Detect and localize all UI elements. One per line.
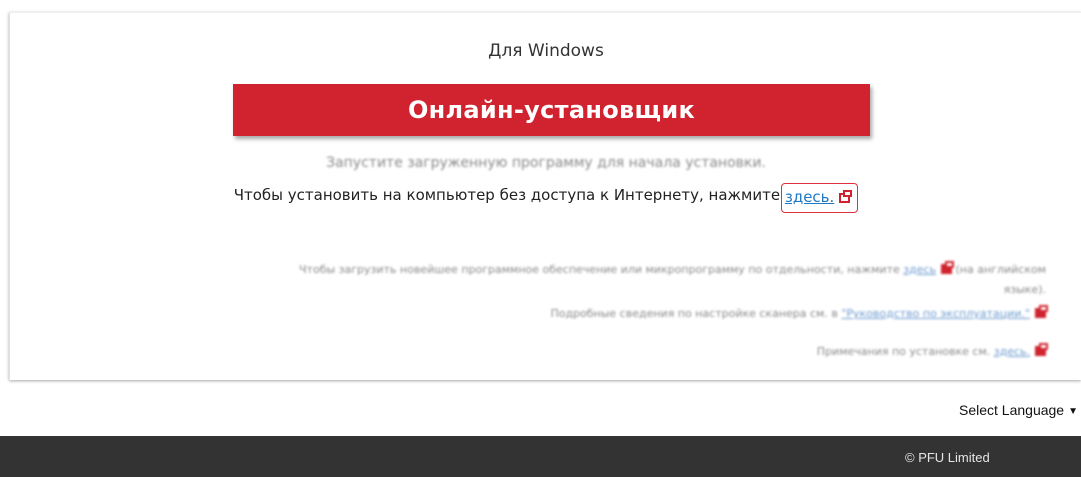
note-firmware: Чтобы загрузить новейшее программное обе… <box>299 261 1046 276</box>
note-firmware-suffix: (на английском <box>955 263 1046 276</box>
language-selector[interactable]: Select Language ▼ <box>959 402 1078 418</box>
offline-install-line: Чтобы установить на компьютер без доступ… <box>10 181 1081 213</box>
chevron-down-icon: ▼ <box>1068 406 1078 417</box>
external-link-icon <box>941 261 955 274</box>
note-firmware-text: Чтобы загрузить новейшее программное обе… <box>299 263 900 276</box>
online-installer-button[interactable]: Онлайн-установщик <box>233 84 870 136</box>
language-selector-label: Select Language <box>959 402 1065 418</box>
external-link-icon <box>1035 305 1048 318</box>
note-install: Примечания по установке см. здесь. <box>816 343 1048 358</box>
firmware-link[interactable]: здесь <box>903 263 936 276</box>
os-title: Для Windows <box>488 41 604 61</box>
install-notes-link[interactable]: здесь. <box>994 345 1030 358</box>
offline-install-text: Чтобы установить на компьютер без доступ… <box>233 186 781 204</box>
download-card: Для Windows Онлайн-установщик Запустите … <box>9 12 1081 380</box>
offline-installer-link[interactable]: здесь. <box>785 188 834 206</box>
note-manual-text: Подробные сведения по настройке сканера … <box>550 307 838 320</box>
note-firmware-suffix2: языке). <box>1003 283 1046 296</box>
external-link-icon <box>839 190 853 203</box>
offline-link-highlight: здесь. <box>780 183 859 213</box>
run-hint-text: Запустите загруженную программу для нача… <box>326 155 766 171</box>
footer: © PFU Limited <box>0 436 1081 477</box>
note-install-text: Примечания по установке см. <box>816 345 991 358</box>
note-firmware-line2: языке). <box>1004 283 1046 296</box>
note-manual: Подробные сведения по настройке сканера … <box>550 305 1048 320</box>
manual-link[interactable]: "Руководство по эксплуатации." <box>841 307 1030 320</box>
copyright-text: © PFU Limited <box>905 450 990 465</box>
external-link-icon <box>1035 343 1048 356</box>
